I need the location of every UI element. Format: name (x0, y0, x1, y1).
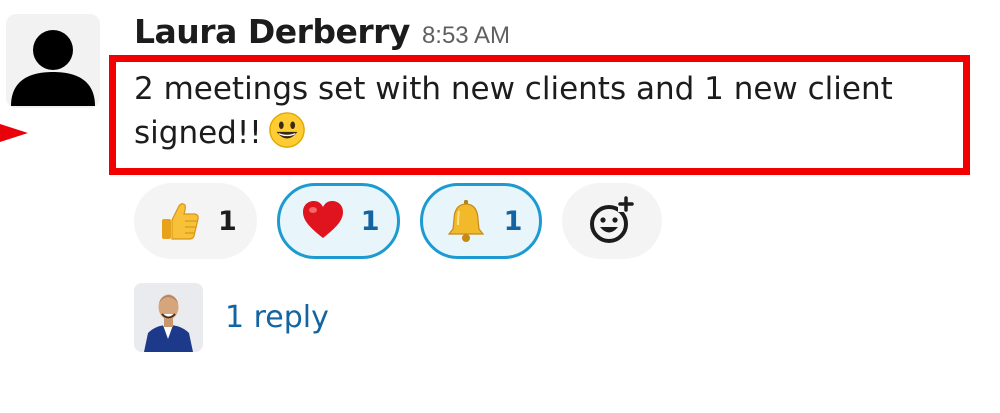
red-heart-icon (302, 201, 343, 238)
grinning-face-emoji-icon (268, 111, 306, 161)
reaction-bell[interactable]: 1 (419, 183, 543, 259)
replier-photo-icon (134, 282, 203, 352)
message-body: 2 meetings set with new clients and 1 ne… (134, 67, 974, 161)
reaction-count: 1 (218, 205, 237, 237)
message-header: Laura Derberry 8:53 AM (134, 12, 510, 60)
thumbs-up-icon (162, 203, 199, 240)
thread-replies: 1 reply (134, 282, 329, 352)
replier-avatar[interactable] (134, 282, 203, 352)
reply-count-link[interactable]: 1 reply (225, 300, 329, 335)
reaction-count: 1 (503, 205, 523, 237)
sender-avatar[interactable] (6, 14, 100, 108)
author-name[interactable]: Laura Derberry (134, 12, 410, 51)
user-silhouette-icon (11, 30, 95, 106)
add-reaction-button[interactable] (562, 183, 663, 259)
reaction-thumbs-up[interactable]: 1 (134, 183, 257, 259)
bell-icon (447, 200, 484, 242)
reaction-heart[interactable]: 1 (276, 183, 400, 259)
annotation-pointer (0, 124, 28, 142)
add-reaction-icon (590, 196, 635, 243)
reaction-count: 1 (360, 205, 380, 237)
message-timestamp[interactable]: 8:53 AM (422, 22, 510, 50)
reactions-bar: 1 1 1 (134, 183, 663, 259)
message-text: 2 meetings set with new clients and 1 ne… (134, 71, 893, 151)
